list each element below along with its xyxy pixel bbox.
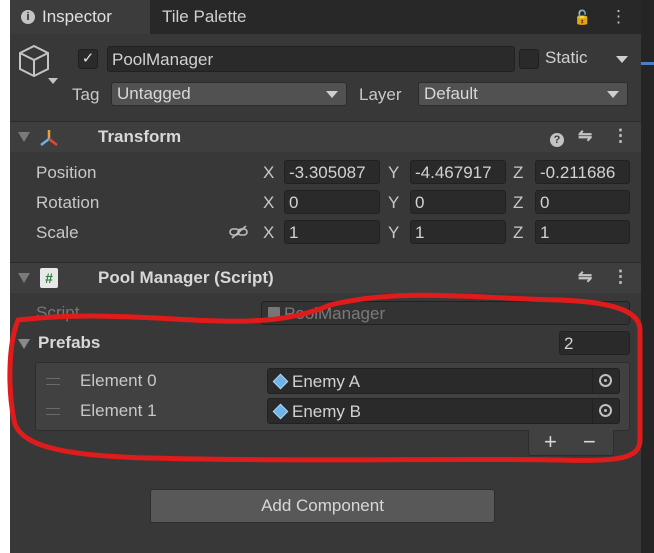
red-annotation-outline — [7, 292, 643, 463]
